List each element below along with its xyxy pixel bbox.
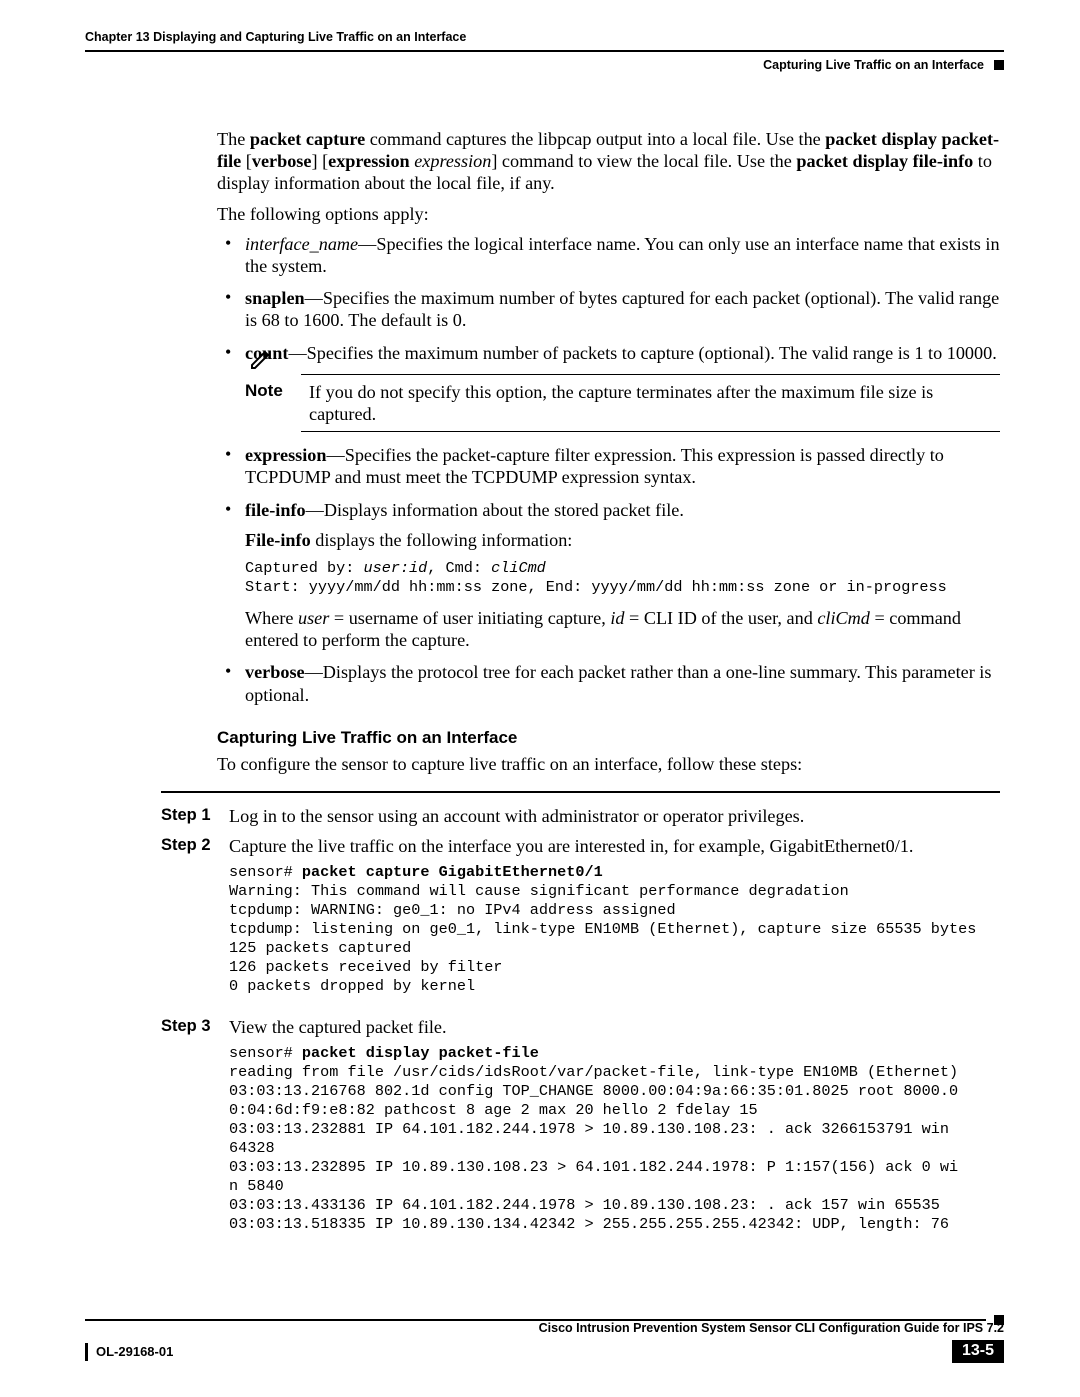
- step-3-text: View the captured packet file.: [229, 1016, 1000, 1038]
- procedure-intro: To configure the sensor to capture live …: [217, 753, 1000, 775]
- step-3: Step 3 View the captured packet file. se…: [161, 1016, 1000, 1246]
- body-column: The packet capture command captures the …: [217, 72, 1000, 1246]
- steps: Step 1 Log in to the sensor using an acc…: [161, 805, 1000, 1247]
- intro-paragraph: The packet capture command captures the …: [217, 128, 1000, 195]
- note-block: Note If you do not specify this option, …: [245, 374, 1000, 432]
- footer-bar-icon: [85, 1343, 88, 1361]
- options-lead: The following options apply:: [217, 203, 1000, 225]
- step-1: Step 1 Log in to the sensor using an acc…: [161, 805, 1000, 827]
- option-verbose: verbose—Displays the protocol tree for e…: [245, 661, 1000, 705]
- running-footer: Cisco Intrusion Prevention System Sensor…: [85, 1315, 1004, 1363]
- procedure-heading: Capturing Live Traffic on an Interface: [217, 728, 1000, 749]
- step-3-label: Step 3: [161, 1016, 213, 1246]
- header-section: Capturing Live Traffic on an Interface: [763, 58, 984, 72]
- step-2: Step 2 Capture the live traffic on the i…: [161, 835, 1000, 1008]
- options-list: interface_name—Specifies the logical int…: [217, 233, 1000, 706]
- file-info-where: Where user = username of user initiating…: [245, 607, 1000, 651]
- option-count: count—Specifies the maximum number of pa…: [245, 342, 1000, 433]
- step-2-output: sensor# packet capture GigabitEthernet0/…: [229, 863, 1000, 996]
- step-1-label: Step 1: [161, 805, 213, 827]
- header-square-icon: [994, 60, 1004, 70]
- page-number-badge: 13-5: [952, 1340, 1004, 1363]
- pencil-icon: [249, 348, 273, 372]
- option-expression: expression—Specifies the packet-capture …: [245, 444, 1000, 488]
- header-chapter: Chapter 13 Displaying and Capturing Live…: [85, 30, 1004, 46]
- running-header: Chapter 13 Displaying and Capturing Live…: [85, 30, 1004, 72]
- option-snaplen: snaplen—Specifies the maximum number of …: [245, 287, 1000, 331]
- note-text: If you do not specify this option, the c…: [309, 381, 1000, 425]
- step-2-text: Capture the live traffic on the interfac…: [229, 835, 1000, 857]
- option-file-info: file-info—Displays information about the…: [245, 499, 1000, 652]
- step-3-output: sensor# packet display packet-file readi…: [229, 1044, 1000, 1234]
- page: Chapter 13 Displaying and Capturing Live…: [0, 0, 1080, 1397]
- footer-doc-number: OL-29168-01: [96, 1344, 173, 1359]
- note-label: Note: [245, 381, 291, 425]
- file-info-output: Captured by: user:id, Cmd: cliCmd Start:…: [245, 559, 1000, 597]
- option-interface-name: interface_name—Specifies the logical int…: [245, 233, 1000, 277]
- step-1-text: Log in to the sensor using an account wi…: [229, 805, 1000, 827]
- step-2-label: Step 2: [161, 835, 213, 1008]
- steps-rule: [161, 791, 1000, 793]
- footer-guide-title: Cisco Intrusion Prevention System Sensor…: [85, 1321, 1004, 1338]
